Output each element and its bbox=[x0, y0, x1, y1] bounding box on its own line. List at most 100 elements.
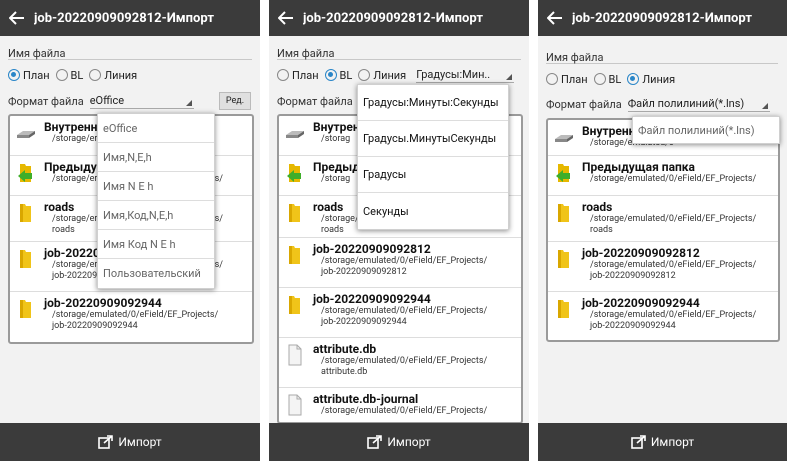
folder-icon bbox=[20, 300, 31, 318]
list-item[interactable]: job-20220909092944 /storage/emulated/0/e… bbox=[548, 292, 778, 340]
import-label: Импорт bbox=[650, 435, 695, 449]
item-path: /storage/emulated/0/eField/EF_Projects/ bbox=[590, 260, 757, 270]
file-icon bbox=[288, 344, 302, 366]
radio-line-label: Линия bbox=[642, 72, 676, 86]
menu-item[interactable]: Имя Код N E h bbox=[98, 230, 214, 259]
radio-bl-label: BL bbox=[608, 72, 622, 86]
radio-bl[interactable] bbox=[55, 69, 68, 81]
radio-bl[interactable] bbox=[324, 69, 337, 81]
item-path-2: job-20220909092944 bbox=[321, 317, 407, 327]
menu-item[interactable]: eOffice bbox=[98, 114, 214, 143]
screen-plan-format-menu: job-20220909092812-Импорт Имя файла План… bbox=[0, 0, 260, 461]
item-name: job-20220909092812 bbox=[582, 246, 700, 260]
radio-plan-label: План bbox=[23, 68, 50, 82]
folder-icon bbox=[20, 250, 31, 268]
radio-bl-label: BL bbox=[339, 68, 353, 82]
item-path: /storage/emulated/0/eField/EF_Projects/ bbox=[321, 306, 488, 316]
item-path: /storage/emulated/0/eField/EF_Projects/ bbox=[321, 406, 488, 416]
drive-icon bbox=[286, 131, 304, 138]
item-name: attribute.db bbox=[313, 342, 377, 356]
radio-bl[interactable] bbox=[593, 73, 606, 85]
import-icon bbox=[631, 435, 646, 449]
file-icon bbox=[288, 394, 302, 416]
import-label: Импорт bbox=[387, 435, 431, 449]
item-path-2: job-20220909092944 bbox=[590, 321, 676, 331]
item-name: Предыдущая папка bbox=[582, 160, 695, 174]
up-folder-icon bbox=[287, 164, 301, 182]
menu-item[interactable]: Пользовательский bbox=[98, 259, 214, 288]
menu-item[interactable]: Имя N E h bbox=[98, 172, 214, 201]
back-arrow-icon[interactable] bbox=[538, 0, 572, 36]
file-format-dropdown[interactable]: Файл полилиний(*.lns) bbox=[627, 96, 770, 112]
menu-item[interactable]: Имя,Код,N,E,h bbox=[98, 201, 214, 230]
list-item[interactable]: attribute.db /storage/emulated/0/eField/… bbox=[279, 338, 521, 388]
up-folder-icon bbox=[556, 164, 570, 182]
folder-icon bbox=[289, 296, 300, 314]
format-dropdown-menu: eOffice Имя,N,E,h Имя N E h Имя,Код,N,E,… bbox=[97, 113, 215, 289]
item-path: /storage/emulated/0/eField/EF_Projects/ bbox=[321, 356, 488, 366]
list-item[interactable]: job-20220909092944 /storage/emulated/0/e… bbox=[10, 292, 252, 342]
filename-field[interactable]: Имя файла bbox=[546, 46, 778, 64]
item-name: job-20220909092944 bbox=[44, 296, 162, 310]
file-format-row: Формат файла bbox=[277, 92, 353, 110]
degrees-format-dropdown[interactable]: Градусы:Мин.. bbox=[416, 67, 515, 83]
radio-plan[interactable] bbox=[546, 73, 558, 85]
coordinate-type-group: План BL Линия Градусы:Мин.. bbox=[277, 66, 515, 84]
folder-icon bbox=[289, 246, 300, 264]
list-item[interactable]: Предыдущая папка /storage/emulated/0/eFi… bbox=[548, 156, 778, 196]
radio-line[interactable] bbox=[358, 69, 371, 81]
filename-field[interactable]: Имя файла bbox=[8, 42, 252, 60]
import-button[interactable]: Импорт bbox=[269, 423, 529, 461]
item-path: /storage/emulated/0/eField/EF_Projects/ bbox=[590, 214, 757, 224]
menu-item[interactable]: Секунды bbox=[358, 193, 508, 229]
app-title: job-20220909092812-Импорт bbox=[572, 10, 752, 26]
item-path-2: roads bbox=[590, 225, 613, 235]
radio-plan-label: План bbox=[292, 68, 319, 82]
item-path-2: job-20220909092812 bbox=[321, 267, 407, 277]
filename-label: Имя файла bbox=[8, 47, 66, 60]
file-format-row: Формат файла eOffice bbox=[8, 92, 194, 110]
file-list: Внутренн /storage/emulated/0 Предыдущая … bbox=[546, 118, 780, 342]
file-format-label: Формат файла bbox=[8, 94, 84, 108]
list-item[interactable]: job-20220909092944 /storage/emulated/0/e… bbox=[279, 288, 521, 338]
drive-icon bbox=[17, 131, 35, 138]
screen-bl-degrees-menu: job-20220909092812-Импорт Имя файла План… bbox=[269, 0, 529, 461]
filename-field[interactable]: Имя файла bbox=[277, 42, 521, 60]
radio-line[interactable] bbox=[89, 69, 102, 81]
list-item[interactable]: attribute.db-journal /storage/emulated/0… bbox=[279, 388, 521, 422]
radio-plan[interactable] bbox=[277, 69, 289, 81]
import-button[interactable]: Импорт bbox=[0, 423, 260, 461]
back-arrow-icon[interactable] bbox=[269, 0, 303, 36]
list-item[interactable]: roads /storage/emulated/0/eField/EF_Proj… bbox=[548, 196, 778, 242]
file-format-label: Формат файла bbox=[546, 97, 622, 111]
edit-button[interactable]: Ред. bbox=[219, 92, 251, 110]
menu-item[interactable]: Градусы.МинутыСекунды bbox=[358, 121, 508, 157]
file-format-row: Формат файла Файл полилиний(*.lns) bbox=[546, 95, 770, 113]
coordinate-type-group: План BL Линия bbox=[8, 66, 143, 84]
menu-item[interactable]: Градусы:Минуты:Секунды bbox=[358, 85, 508, 121]
menu-item[interactable]: Имя,N,E,h bbox=[98, 143, 214, 172]
menu-item[interactable]: Градусы bbox=[358, 157, 508, 193]
filename-label: Имя файла bbox=[277, 47, 335, 60]
item-path: /storage/emulated/0/eField/EF_Projects/ bbox=[321, 256, 488, 266]
radio-line[interactable] bbox=[627, 73, 640, 85]
folder-icon bbox=[289, 204, 300, 222]
import-icon bbox=[98, 435, 114, 449]
file-format-dropdown[interactable]: eOffice bbox=[89, 93, 194, 109]
menu-item[interactable]: Файл полилиний(*.lns) bbox=[633, 117, 779, 143]
degrees-dropdown-menu: Градусы:Минуты:Секунды Градусы.МинутыСек… bbox=[357, 84, 509, 230]
folder-icon bbox=[558, 250, 569, 268]
item-path: /storage/emulated/0/eField/EF_Projects/ bbox=[52, 310, 219, 320]
file-format-label: Формат файла bbox=[277, 94, 353, 108]
back-arrow-icon[interactable] bbox=[0, 0, 34, 36]
radio-plan[interactable] bbox=[8, 69, 20, 81]
item-name: job-20220909092944 bbox=[313, 292, 431, 306]
item-path: /storage/emulated/0/eField/EF_Projects/ bbox=[590, 174, 757, 184]
coordinate-type-group: План BL Линия bbox=[546, 70, 681, 88]
filename-label: Имя файла bbox=[546, 51, 604, 64]
list-item[interactable]: job-20220909092812 /storage/emulated/0/e… bbox=[279, 238, 521, 288]
app-bar: job-20220909092812-Импорт bbox=[269, 0, 529, 36]
format-dropdown-menu: Файл полилиний(*.lns) bbox=[632, 116, 780, 144]
list-item[interactable]: job-20220909092812 /storage/emulated/0/e… bbox=[548, 242, 778, 292]
import-button[interactable]: Импорт bbox=[538, 423, 787, 461]
